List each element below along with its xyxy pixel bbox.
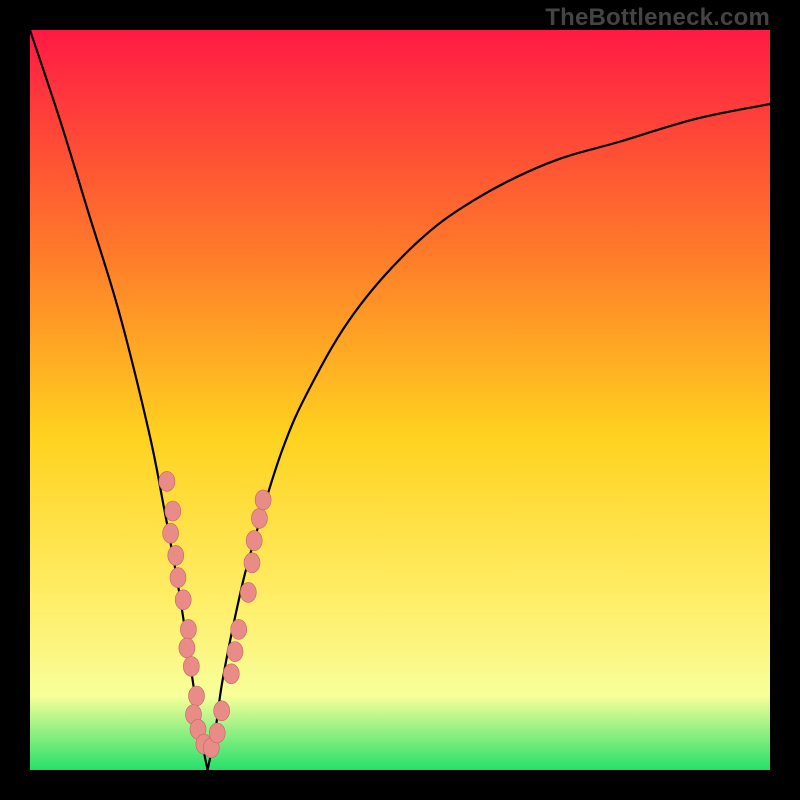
data-dot [223,664,239,684]
data-dot [227,642,243,662]
data-dot [165,501,181,521]
data-dot [189,686,205,706]
data-dot [170,568,186,588]
data-dot [175,590,191,610]
data-dot [180,619,196,639]
data-dot [244,553,260,573]
chart-frame: TheBottleneck.com [0,0,800,800]
data-dot [255,490,271,510]
data-dot [179,638,195,658]
data-dot [231,619,247,639]
data-dot [251,508,267,528]
data-dot [159,471,175,491]
plot-area [30,30,770,770]
data-dot [246,531,262,551]
data-dot [240,582,256,602]
data-dot [214,701,230,721]
watermark-text: TheBottleneck.com [545,4,770,32]
data-dot [183,656,199,676]
bottleneck-chart [30,30,770,770]
data-dot [209,723,225,743]
data-dot [163,523,179,543]
data-dot [168,545,184,565]
